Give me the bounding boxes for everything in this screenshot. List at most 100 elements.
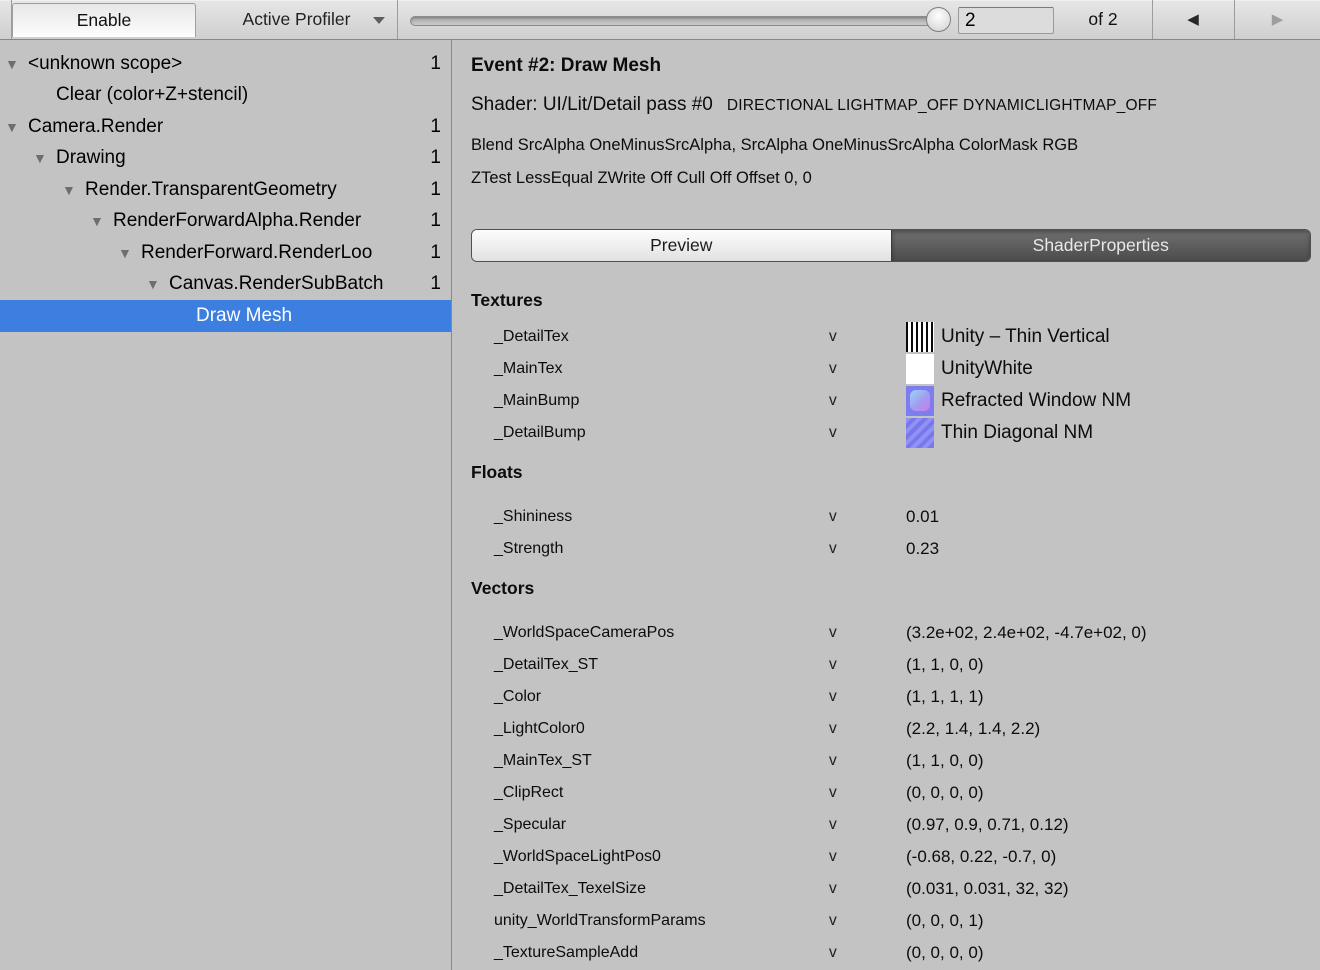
vector-row: _LightColor0 v (2.2, 1.4, 1.4, 2.2) <box>471 713 1320 745</box>
tab-preview[interactable]: Preview <box>472 230 891 261</box>
texture-row: _DetailTex v Unity – Thin Vertical <box>471 321 1320 353</box>
texture-name: UnityWhite <box>941 358 1033 380</box>
property-name: _Shininess <box>471 508 829 526</box>
frame-debugger-toolbar: Enable Active Profiler of 2 ◀ ▶ <box>0 0 1320 40</box>
event-count-badge: 1 <box>430 116 441 138</box>
prev-arrow-icon: ◀ <box>1187 11 1199 28</box>
property-value: (0.97, 0.9, 0.71, 0.12) <box>906 815 1069 835</box>
shader-pass-label: Shader: UI/Lit/Detail pass #0 <box>471 94 713 115</box>
property-name: _MainTex <box>471 360 829 378</box>
property-name: _TextureSampleAdd <box>471 944 829 962</box>
texture-thumbnail-white-icon <box>906 354 934 384</box>
event-count-badge: 1 <box>430 210 441 232</box>
property-name: _DetailTex <box>471 328 829 346</box>
property-value: (-0.68, 0.22, -0.7, 0) <box>906 847 1056 867</box>
vector-row: _DetailTex_TexelSize v (0.031, 0.031, 32… <box>471 873 1320 905</box>
float-row: _Shininess v 0.01 <box>471 501 1320 533</box>
vector-row: _TextureSampleAdd v (0, 0, 0, 0) <box>471 937 1320 969</box>
tree-item-label: Camera.Render <box>28 116 163 138</box>
property-value: (0, 0, 0, 0) <box>906 783 983 803</box>
event-count-label: of 2 <box>1054 0 1152 39</box>
vector-row: _MainTex_ST v (1, 1, 0, 0) <box>471 745 1320 777</box>
tree-item-label: RenderForward.RenderLoo <box>141 242 372 264</box>
collapse-triangle-icon[interactable]: ▼ <box>90 214 113 228</box>
enable-button[interactable]: Enable <box>12 3 196 37</box>
tree-item-transparent-geometry[interactable]: ▼ Render.TransparentGeometry 1 <box>0 174 451 206</box>
shader-stage-flag: v <box>829 392 906 410</box>
tree-item-draw-mesh-selected[interactable]: Draw Mesh <box>0 300 451 332</box>
tree-item-unknown-scope[interactable]: ▼ <unknown scope> 1 <box>0 48 451 80</box>
tab-shaderproperties[interactable]: ShaderProperties <box>891 230 1311 261</box>
tree-item-camera-render[interactable]: ▼ Camera.Render 1 <box>0 111 451 143</box>
event-title: Event #2: Draw Mesh <box>471 54 1320 78</box>
slider-thumb[interactable] <box>926 7 951 32</box>
property-name: _Specular <box>471 816 829 834</box>
section-title-vectors: Vectors <box>471 577 1320 599</box>
active-profiler-label: Active Profiler <box>243 9 351 29</box>
property-value: (0.031, 0.031, 32, 32) <box>906 879 1069 899</box>
shader-stage-flag: v <box>829 424 906 442</box>
shader-keywords: DIRECTIONAL LIGHTMAP_OFF DYNAMICLIGHTMAP… <box>727 97 1157 114</box>
event-count-badge: 1 <box>430 179 441 201</box>
vector-row: _ClipRect v (0, 0, 0, 0) <box>471 777 1320 809</box>
tree-item-label: Render.TransparentGeometry <box>85 179 337 201</box>
property-name: _ClipRect <box>471 784 829 802</box>
property-name: _LightColor0 <box>471 720 829 738</box>
tree-item-canvas-rendersubbatch[interactable]: ▼ Canvas.RenderSubBatch 1 <box>0 269 451 301</box>
preview-shaderproperties-tabbar: Preview ShaderProperties <box>471 229 1311 262</box>
shader-stage-flag: v <box>829 752 906 770</box>
collapse-triangle-icon[interactable]: ▼ <box>5 57 28 71</box>
texture-thumbnail-normalmap-window-icon <box>906 386 934 416</box>
texture-name: Unity – Thin Vertical <box>941 326 1110 348</box>
texture-thumbnail-vertical-stripes-icon <box>906 322 934 352</box>
section-title-floats: Floats <box>471 461 1320 483</box>
slider-track[interactable] <box>410 16 940 26</box>
tree-item-drawing[interactable]: ▼ Drawing 1 <box>0 143 451 175</box>
event-details-panel: Event #2: Draw Mesh Shader: UI/Lit/Detai… <box>452 40 1320 970</box>
collapse-triangle-icon[interactable]: ▼ <box>118 246 141 260</box>
event-count-badge: 1 <box>430 147 441 169</box>
property-name: _DetailTex_ST <box>471 656 829 674</box>
property-name: _MainTex_ST <box>471 752 829 770</box>
active-profiler-dropdown[interactable]: Active Profiler <box>196 0 398 39</box>
shader-stage-flag: v <box>829 688 906 706</box>
property-value: 0.01 <box>906 507 939 527</box>
property-value: (1, 1, 0, 0) <box>906 655 983 675</box>
event-count-badge: 1 <box>430 242 441 264</box>
tree-item-label: Draw Mesh <box>196 305 292 327</box>
tree-item-label: Canvas.RenderSubBatch <box>169 273 383 295</box>
collapse-triangle-icon[interactable]: ▼ <box>5 120 28 134</box>
property-name: _WorldSpaceLightPos0 <box>471 848 829 866</box>
tree-item-clear[interactable]: Clear (color+Z+stencil) <box>0 80 451 112</box>
vector-row: _WorldSpaceLightPos0 v (-0.68, 0.22, -0.… <box>471 841 1320 873</box>
tree-item-renderforward-renderloop[interactable]: ▼ RenderForward.RenderLoo 1 <box>0 237 451 269</box>
collapse-triangle-icon[interactable]: ▼ <box>146 277 169 291</box>
property-value: (0, 0, 0, 0) <box>906 943 983 963</box>
float-row: _Strength v 0.23 <box>471 533 1320 565</box>
collapse-triangle-icon[interactable]: ▼ <box>33 151 56 165</box>
vector-row: _Color v (1, 1, 1, 1) <box>471 681 1320 713</box>
shader-stage-flag: v <box>829 508 906 526</box>
property-value: (2.2, 1.4, 1.4, 2.2) <box>906 719 1040 739</box>
event-slider[interactable] <box>398 0 954 39</box>
shader-stage-flag: v <box>829 540 906 558</box>
texture-row: _MainTex v UnityWhite <box>471 353 1320 385</box>
property-value: (0, 0, 0, 1) <box>906 911 983 931</box>
tree-item-renderforwardalpha[interactable]: ▼ RenderForwardAlpha.Render 1 <box>0 206 451 238</box>
shader-stage-flag: v <box>829 912 906 930</box>
collapse-triangle-icon[interactable]: ▼ <box>62 183 85 197</box>
main-split: ▼ <unknown scope> 1 Clear (color+Z+stenc… <box>0 40 1320 970</box>
event-count-badge: 1 <box>430 273 441 295</box>
section-title-textures: Textures <box>471 289 1320 311</box>
property-value: 0.23 <box>906 539 939 559</box>
property-name: unity_WorldTransformParams <box>471 912 829 930</box>
texture-row: _MainBump v Refracted Window NM <box>471 385 1320 417</box>
previous-event-button[interactable]: ◀ <box>1152 0 1234 39</box>
shader-stage-flag: v <box>829 656 906 674</box>
ztest-state-line: ZTest LessEqual ZWrite Off Cull Off Offs… <box>471 168 1320 189</box>
property-value: (1, 1, 1, 1) <box>906 687 983 707</box>
next-event-button[interactable]: ▶ <box>1235 0 1320 39</box>
shader-stage-flag: v <box>829 880 906 898</box>
shader-stage-flag: v <box>829 720 906 738</box>
event-number-input[interactable] <box>958 7 1054 34</box>
